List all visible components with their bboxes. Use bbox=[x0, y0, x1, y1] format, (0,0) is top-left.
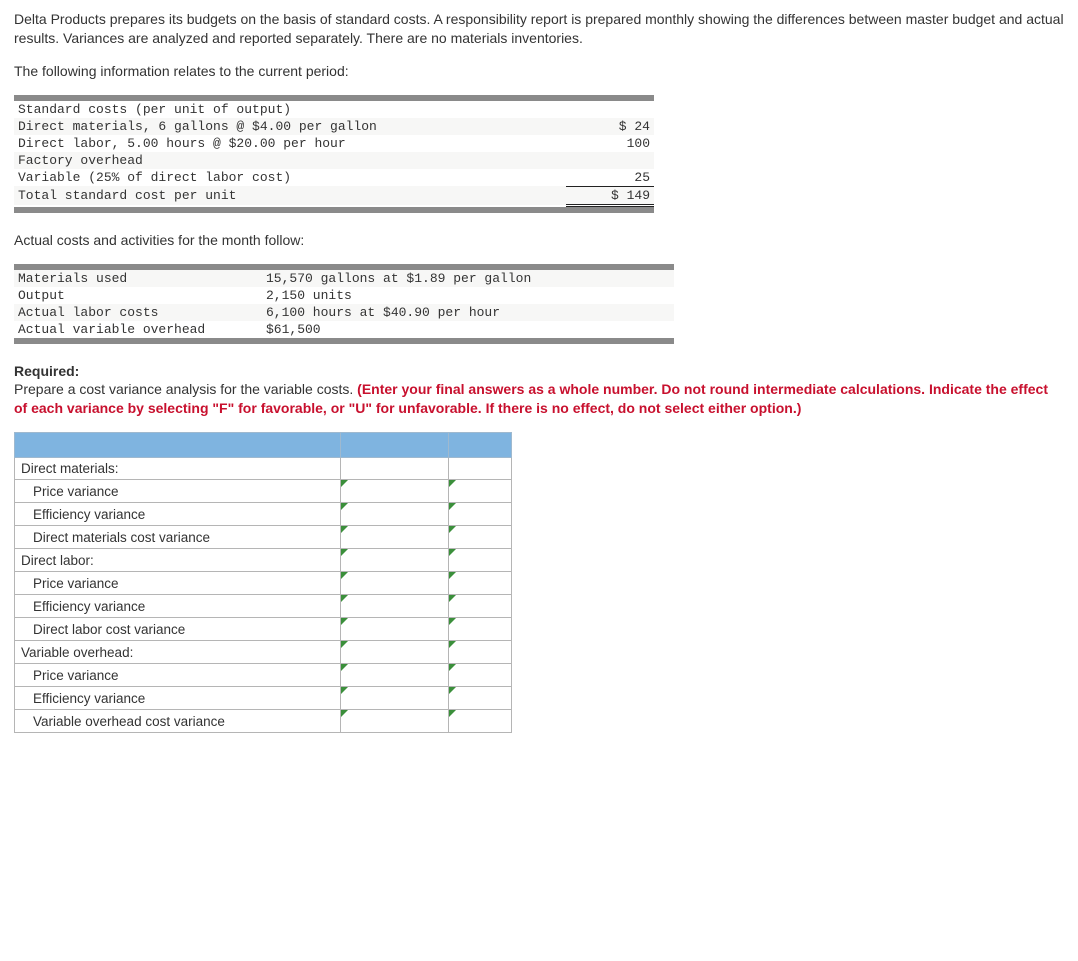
intro-paragraph-2: The following information relates to the… bbox=[14, 62, 1064, 81]
dm-price-amount-input[interactable] bbox=[341, 480, 448, 502]
lab-label: Actual labor costs bbox=[14, 304, 262, 321]
vo-price-amount-input[interactable] bbox=[341, 664, 448, 686]
row-vo-header: Variable overhead: bbox=[15, 641, 341, 664]
required-body: Prepare a cost variance analysis for the… bbox=[14, 381, 357, 397]
row-dl-cost: Direct labor cost variance bbox=[15, 618, 341, 641]
total-value: $ 149 bbox=[566, 186, 654, 205]
dl-header-amount-input[interactable] bbox=[341, 549, 448, 571]
row-dl-header: Direct labor: bbox=[15, 549, 341, 572]
dl-label: Direct labor, 5.00 hours @ $20.00 per ho… bbox=[14, 135, 566, 152]
cell-empty bbox=[341, 458, 449, 480]
dl-price-amount-input[interactable] bbox=[341, 572, 448, 594]
dl-cost-fu-select[interactable] bbox=[449, 618, 511, 640]
header-blank-3 bbox=[449, 433, 512, 458]
row-dl-price: Price variance bbox=[15, 572, 341, 595]
variance-answer-table: Direct materials: Price variance Efficie… bbox=[14, 432, 512, 733]
dm-eff-amount-input[interactable] bbox=[341, 503, 448, 525]
actuals-block: Materials used 15,570 gallons at $1.89 p… bbox=[14, 264, 674, 344]
row-dm-cost: Direct materials cost variance bbox=[15, 526, 341, 549]
vo-header-amount-input[interactable] bbox=[341, 641, 448, 663]
row-vo-eff: Efficiency variance bbox=[15, 687, 341, 710]
mat-value: 15,570 gallons at $1.89 per gallon bbox=[262, 270, 674, 287]
actuals-heading: Actual costs and activities for the mont… bbox=[14, 231, 1064, 250]
var-label: Variable (25% of direct labor cost) bbox=[14, 169, 566, 187]
required-label: Required: bbox=[14, 363, 79, 379]
vo-header-fu-select[interactable] bbox=[449, 641, 511, 663]
dm-label: Direct materials, 6 gallons @ $4.00 per … bbox=[14, 118, 566, 135]
row-dm-header: Direct materials: bbox=[15, 458, 341, 480]
header-blank-1 bbox=[15, 433, 341, 458]
ovh-label: Actual variable overhead bbox=[14, 321, 262, 338]
dl-header-fu-select[interactable] bbox=[449, 549, 511, 571]
dm-cost-fu-select[interactable] bbox=[449, 526, 511, 548]
dl-eff-fu-select[interactable] bbox=[449, 595, 511, 617]
dm-value: $ 24 bbox=[566, 118, 654, 135]
var-value: 25 bbox=[566, 169, 654, 187]
row-vo-price: Price variance bbox=[15, 664, 341, 687]
mat-label: Materials used bbox=[14, 270, 262, 287]
vo-eff-fu-select[interactable] bbox=[449, 687, 511, 709]
std-header: Standard costs (per unit of output) bbox=[14, 101, 654, 118]
vo-eff-amount-input[interactable] bbox=[341, 687, 448, 709]
vo-cost-fu-select[interactable] bbox=[449, 710, 511, 732]
dl-eff-amount-input[interactable] bbox=[341, 595, 448, 617]
dm-cost-amount-input[interactable] bbox=[341, 526, 448, 548]
block-bottom-bar bbox=[14, 207, 654, 213]
actuals-bottom-bar bbox=[14, 338, 674, 344]
standard-costs-block: Standard costs (per unit of output) Dire… bbox=[14, 95, 654, 213]
dl-cost-amount-input[interactable] bbox=[341, 618, 448, 640]
out-value: 2,150 units bbox=[262, 287, 674, 304]
dm-eff-fu-select[interactable] bbox=[449, 503, 511, 525]
out-label: Output bbox=[14, 287, 262, 304]
row-dm-eff: Efficiency variance bbox=[15, 503, 341, 526]
required-block: Required: Prepare a cost variance analys… bbox=[14, 362, 1064, 419]
intro-paragraph-1: Delta Products prepares its budgets on t… bbox=[14, 10, 1064, 48]
lab-value: 6,100 hours at $40.90 per hour bbox=[262, 304, 674, 321]
row-dm-price: Price variance bbox=[15, 480, 341, 503]
vo-price-fu-select[interactable] bbox=[449, 664, 511, 686]
dl-value: 100 bbox=[566, 135, 654, 152]
row-vo-cost: Variable overhead cost variance bbox=[15, 710, 341, 733]
header-blank-2 bbox=[341, 433, 449, 458]
foh-label: Factory overhead bbox=[14, 152, 654, 169]
dl-price-fu-select[interactable] bbox=[449, 572, 511, 594]
vo-cost-amount-input[interactable] bbox=[341, 710, 448, 732]
dm-price-fu-select[interactable] bbox=[449, 480, 511, 502]
cell-empty bbox=[449, 458, 512, 480]
ovh-value: $61,500 bbox=[262, 321, 674, 338]
row-dl-eff: Efficiency variance bbox=[15, 595, 341, 618]
total-label: Total standard cost per unit bbox=[14, 186, 566, 205]
